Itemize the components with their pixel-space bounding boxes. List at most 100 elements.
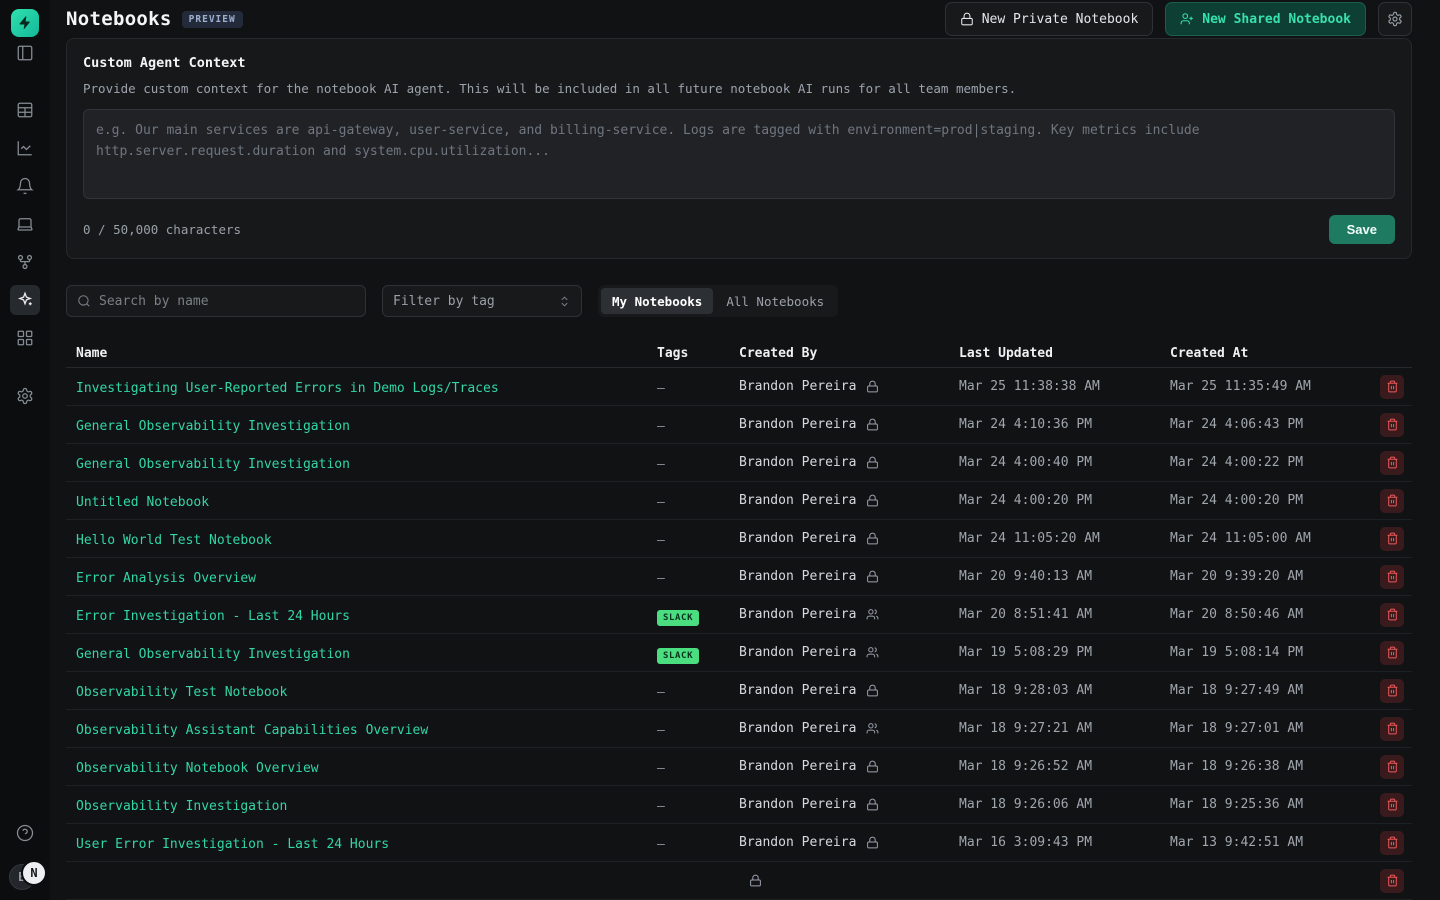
card-description: Provide custom context for the notebook …: [83, 80, 1395, 97]
last-updated-cell: Mar 25 11:38:38 AM: [949, 379, 1160, 394]
table-row[interactable]: Error Investigation - Last 24 Hours SLAC…: [66, 596, 1412, 634]
sidebar-item-settings[interactable]: [10, 381, 40, 411]
created-by-name: Brandon Pereira: [739, 379, 856, 394]
avatar: N: [21, 860, 47, 886]
page-title: Notebooks: [66, 8, 172, 30]
delete-notebook-button[interactable]: [1380, 717, 1404, 741]
table-row[interactable]: Observability Assistant Capabilities Ove…: [66, 710, 1412, 748]
lock-icon: [749, 874, 762, 887]
chevrons-up-down-icon: [558, 295, 571, 308]
notebook-settings-button[interactable]: [1378, 2, 1412, 36]
last-updated-cell: Mar 18 9:27:21 AM: [949, 721, 1160, 736]
notebook-tag: SLACK: [657, 610, 699, 626]
last-updated-cell: Mar 20 8:51:41 AM: [949, 607, 1160, 622]
table-row[interactable]: Untitled Notebook — Brandon Pereira Mar …: [66, 482, 1412, 520]
notebook-name-link[interactable]: Observability Investigation: [76, 799, 287, 814]
sidebar-item-tables[interactable]: [10, 95, 40, 125]
created-by-name: Brandon Pereira: [739, 417, 856, 432]
delete-notebook-button[interactable]: [1380, 451, 1404, 475]
delete-notebook-button[interactable]: [1380, 831, 1404, 855]
sidebar-item-alerts[interactable]: [10, 171, 40, 201]
delete-notebook-button[interactable]: [1380, 679, 1404, 703]
notebook-name-link[interactable]: Hello World Test Notebook: [76, 533, 272, 548]
table-row[interactable]: Observability Notebook Overview — Brando…: [66, 748, 1412, 786]
table-row[interactable]: Error Analysis Overview — Brandon Pereir…: [66, 558, 1412, 596]
created-by-name: Brandon Pereira: [739, 607, 856, 622]
table-row[interactable]: User Error Investigation - Last 24 Hours…: [66, 824, 1412, 862]
table-row[interactable]: General Observability Investigation — Br…: [66, 406, 1412, 444]
created-at-cell: Mar 24 11:05:00 AM: [1160, 531, 1360, 546]
lightning-bolt-icon: [17, 15, 33, 31]
last-updated-cell: Mar 18 9:26:52 AM: [949, 759, 1160, 774]
tag-filter-select[interactable]: Filter by tag: [382, 285, 582, 317]
notebook-name-link[interactable]: General Observability Investigation: [76, 419, 350, 434]
notebook-name-link[interactable]: General Observability Investigation: [76, 457, 350, 472]
help-circle-icon: [16, 824, 34, 842]
sidebar-item-charts[interactable]: [10, 133, 40, 163]
notebook-name-link[interactable]: User Error Investigation - Last 24 Hours: [76, 837, 389, 852]
table-row[interactable]: [66, 862, 1412, 900]
notebook-name-link[interactable]: Untitled Notebook: [76, 495, 209, 510]
table-row[interactable]: Observability Test Notebook — Brandon Pe…: [66, 672, 1412, 710]
agent-context-textarea[interactable]: [83, 109, 1395, 199]
table-row[interactable]: Investigating User-Reported Errors in De…: [66, 368, 1412, 406]
sidebar-item-panels[interactable]: [10, 38, 40, 68]
app-logo[interactable]: [11, 9, 39, 37]
notebook-name-link[interactable]: Observability Test Notebook: [76, 685, 287, 700]
gear-icon: [16, 387, 34, 405]
delete-notebook-button[interactable]: [1380, 527, 1404, 551]
avatar-stack[interactable]: B N: [9, 860, 53, 888]
git-fork-icon: [16, 253, 34, 271]
last-updated-cell: Mar 18 9:28:03 AM: [949, 683, 1160, 698]
sidebar-item-notebooks[interactable]: [10, 285, 40, 315]
delete-notebook-button[interactable]: [1380, 869, 1404, 893]
sidebar-item-hosts[interactable]: [10, 209, 40, 239]
delete-notebook-button[interactable]: [1380, 603, 1404, 627]
delete-notebook-button[interactable]: [1380, 413, 1404, 437]
sidebar-item-services[interactable]: [10, 247, 40, 277]
notebook-name-link[interactable]: Investigating User-Reported Errors in De…: [76, 381, 499, 396]
lock-icon: [866, 760, 879, 773]
table-row[interactable]: Hello World Test Notebook — Brandon Pere…: [66, 520, 1412, 558]
delete-notebook-button[interactable]: [1380, 489, 1404, 513]
tab-all-notebooks[interactable]: All Notebooks: [715, 288, 835, 314]
notebook-name-link[interactable]: Observability Notebook Overview: [76, 761, 319, 776]
last-updated-cell: Mar 20 9:40:13 AM: [949, 569, 1160, 584]
delete-notebook-button[interactable]: [1380, 755, 1404, 779]
save-button[interactable]: Save: [1329, 215, 1395, 244]
help-button[interactable]: [10, 818, 40, 848]
delete-notebook-button[interactable]: [1380, 641, 1404, 665]
new-private-notebook-button[interactable]: New Private Notebook: [945, 2, 1154, 36]
sparkles-icon: [16, 291, 34, 309]
created-at-cell: Mar 18 9:26:38 AM: [1160, 759, 1360, 774]
table-row[interactable]: General Observability Investigation SLAC…: [66, 634, 1412, 672]
new-shared-notebook-button[interactable]: New Shared Notebook: [1165, 2, 1366, 36]
main-content: Notebooks PREVIEW New Private Notebook N…: [50, 0, 1440, 900]
sidebar: B N: [0, 0, 50, 900]
tab-my-notebooks[interactable]: My Notebooks: [601, 288, 713, 314]
notebook-tag: —: [657, 761, 665, 776]
table-row[interactable]: Observability Investigation — Brandon Pe…: [66, 786, 1412, 824]
delete-notebook-button[interactable]: [1380, 793, 1404, 817]
notebook-tag: —: [657, 723, 665, 738]
notebook-name-link[interactable]: Error Analysis Overview: [76, 571, 256, 586]
sidebar-item-integrations[interactable]: [10, 323, 40, 353]
trash-icon: [1386, 798, 1399, 811]
delete-notebook-button[interactable]: [1380, 565, 1404, 589]
notebook-tag: —: [657, 685, 665, 700]
column-header-created-at: Created At: [1160, 346, 1360, 361]
table-row[interactable]: General Observability Investigation — Br…: [66, 444, 1412, 482]
search-input[interactable]: [99, 294, 355, 309]
lock-icon: [866, 456, 879, 469]
tag-filter-label: Filter by tag: [393, 294, 495, 309]
notebook-name-link[interactable]: General Observability Investigation: [76, 647, 350, 662]
bell-icon: [16, 177, 34, 195]
notebook-name-link[interactable]: Error Investigation - Last 24 Hours: [76, 609, 350, 624]
notebook-name-link[interactable]: Observability Assistant Capabilities Ove…: [76, 723, 428, 738]
char-count: 0 / 50,000 characters: [83, 222, 241, 237]
delete-notebook-button[interactable]: [1380, 375, 1404, 399]
created-at-cell: Mar 25 11:35:49 AM: [1160, 379, 1360, 394]
notebook-tag: —: [657, 837, 665, 852]
lock-icon: [866, 836, 879, 849]
created-by-name: Brandon Pereira: [739, 531, 856, 546]
